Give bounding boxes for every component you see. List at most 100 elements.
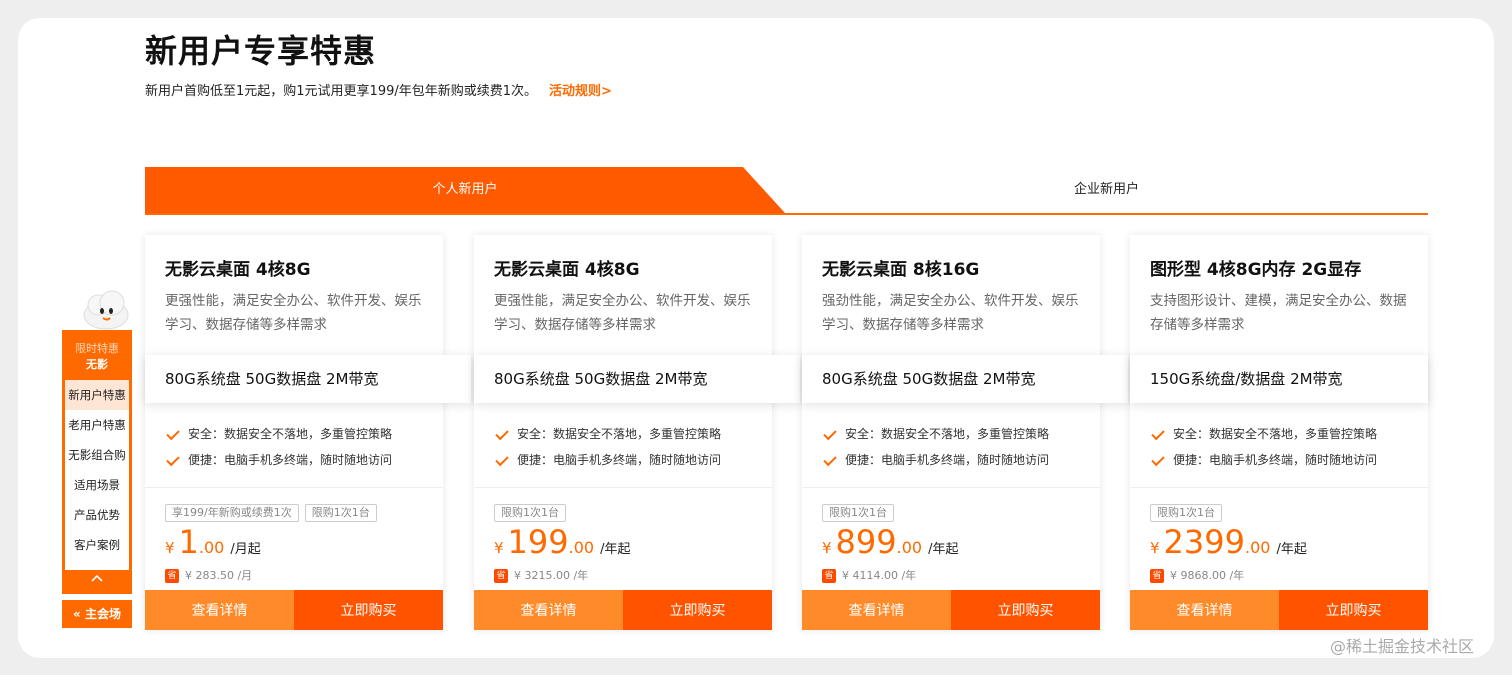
price-decimal: .00 xyxy=(568,538,595,557)
card-divider xyxy=(474,487,772,488)
side-nav-item-cases[interactable]: 客户案例 xyxy=(65,530,129,560)
feature-text: 安全：数据安全不落地，多重管控策略 xyxy=(845,427,1050,441)
view-details-button[interactable]: 查看详情 xyxy=(474,590,623,630)
product-card: 图形型 4核8G内存 2G显存 支持图形设计、建模，满足安全办公、数据存储等多样… xyxy=(1130,235,1428,630)
view-details-button[interactable]: 查看详情 xyxy=(802,590,951,630)
card-tags: 享199/年新购或续费1次 限购1次1台 xyxy=(165,501,383,522)
buy-now-button[interactable]: 立即购买 xyxy=(623,590,772,630)
feature-item: 便捷：电脑手机多终端，随时随地访问 xyxy=(165,447,435,473)
original-price: 省 ¥ 9868.00 /年 xyxy=(1150,567,1244,583)
user-type-tabs: 个人新用户 企业新用户 xyxy=(145,167,1428,215)
side-nav-item-advantages[interactable]: 产品优势 xyxy=(65,500,129,530)
buy-now-button[interactable]: 立即购买 xyxy=(1279,590,1428,630)
rules-link[interactable]: 活动规则> xyxy=(549,84,612,99)
badge-line-1: 限时特惠 xyxy=(75,342,119,355)
card-price: ¥1.00/月起 xyxy=(165,523,261,561)
feature-text: 安全：数据安全不落地，多重管控策略 xyxy=(1173,427,1378,441)
card-title: 无影云桌面 4核8G xyxy=(165,260,311,280)
buy-now-button[interactable]: 立即购买 xyxy=(951,590,1100,630)
feature-text: 便捷：电脑手机多终端，随时随地访问 xyxy=(517,453,722,467)
currency-symbol: ¥ xyxy=(822,539,832,557)
tab-enterprise-new-user[interactable]: 企业新用户 xyxy=(785,167,1428,213)
limit-tag: 限购1次1台 xyxy=(822,504,894,522)
subtitle-text: 新用户首购低至1元起，购1元试用更享199/年包年新购或续费1次。 xyxy=(145,84,538,99)
feature-item: 安全：数据安全不落地，多重管控策略 xyxy=(165,421,435,447)
card-features: 安全：数据安全不落地，多重管控策略 便捷：电脑手机多终端，随时随地访问 xyxy=(822,421,1092,473)
product-card: 无影云桌面 4核8G 更强性能，满足安全办公、软件开发、娱乐学习、数据存储等多样… xyxy=(474,235,800,630)
card-features: 安全：数据安全不落地，多重管控策略 便捷：电脑手机多终端，随时随地访问 xyxy=(165,421,435,473)
card-spec: 80G系统盘 50G数据盘 2M带宽 xyxy=(474,355,800,403)
card-title: 无影云桌面 4核8G xyxy=(494,260,640,280)
card-spec: 80G系统盘 50G数据盘 2M带宽 xyxy=(145,355,471,403)
feature-item: 安全：数据安全不落地，多重管控策略 xyxy=(822,421,1092,447)
original-price-text: ¥ 4114.00 /年 xyxy=(842,569,917,582)
price-integer: 199 xyxy=(507,523,569,561)
tabs-underline xyxy=(145,213,1428,215)
side-nav-list: 新用户特惠 老用户特惠 无影组合购 适用场景 产品优势 客户案例 xyxy=(65,380,129,570)
chevron-up-icon[interactable] xyxy=(62,572,132,592)
card-tags: 限购1次1台 xyxy=(494,501,572,522)
price-integer: 2399 xyxy=(1163,523,1245,561)
save-badge: 省 xyxy=(822,569,836,583)
check-icon xyxy=(166,452,180,466)
limit-tag: 限购1次1台 xyxy=(1150,504,1222,522)
card-tags: 限购1次1台 xyxy=(822,501,900,522)
save-badge: 省 xyxy=(494,569,508,583)
price-integer: 899 xyxy=(835,523,897,561)
side-nav-item-old-user[interactable]: 老用户特惠 xyxy=(65,410,129,440)
feature-text: 便捷：电脑手机多终端，随时随地访问 xyxy=(1173,453,1378,467)
cloud-mascot-icon xyxy=(83,290,129,330)
check-icon xyxy=(495,452,509,466)
check-icon xyxy=(823,426,837,440)
limit-tag: 限购1次1台 xyxy=(304,504,377,522)
price-decimal: .00 xyxy=(896,538,923,557)
feature-text: 安全：数据安全不落地，多重管控策略 xyxy=(517,427,722,441)
price-unit: /年起 xyxy=(1276,542,1307,557)
original-price-text: ¥ 283.50 /月 xyxy=(185,569,253,582)
side-nav-item-combo[interactable]: 无影组合购 xyxy=(65,440,129,470)
side-nav-badge: 限时特惠 无影 xyxy=(62,330,132,373)
main-venue-label: 主会场 xyxy=(84,607,121,621)
card-spec: 150G系统盘/数据盘 2M带宽 xyxy=(1130,355,1428,403)
original-price-text: ¥ 9868.00 /年 xyxy=(1170,569,1245,582)
currency-symbol: ¥ xyxy=(1150,539,1160,557)
card-description: 强劲性能，满足安全办公、软件开发、娱乐学习、数据存储等多样需求 xyxy=(822,293,1079,333)
feature-item: 安全：数据安全不落地，多重管控策略 xyxy=(1150,421,1420,447)
card-features: 安全：数据安全不落地，多重管控策略 便捷：电脑手机多终端，随时随地访问 xyxy=(1150,421,1420,473)
card-description: 支持图形设计、建模，满足安全办公、数据存储等多样需求 xyxy=(1150,293,1407,333)
view-details-button[interactable]: 查看详情 xyxy=(145,590,294,630)
feature-item: 便捷：电脑手机多终端，随时随地访问 xyxy=(822,447,1092,473)
side-nav-item-scenarios[interactable]: 适用场景 xyxy=(65,470,129,500)
side-nav-item-new-user[interactable]: 新用户特惠 xyxy=(65,380,129,410)
card-price: ¥2399.00/年起 xyxy=(1150,523,1307,561)
tab-personal-new-user[interactable]: 个人新用户 xyxy=(145,167,785,213)
double-chevron-left-icon: « xyxy=(73,607,81,621)
check-icon xyxy=(1151,452,1165,466)
feature-text: 安全：数据安全不落地，多重管控策略 xyxy=(188,427,393,441)
price-integer: 1 xyxy=(178,523,199,561)
price-decimal: .00 xyxy=(198,538,225,557)
page-subtitle: 新用户首购低至1元起，购1元试用更享199/年包年新购或续费1次。 活动规则> xyxy=(145,80,612,99)
buy-now-button[interactable]: 立即购买 xyxy=(294,590,443,630)
card-description: 更强性能，满足安全办公、软件开发、娱乐学习、数据存储等多样需求 xyxy=(165,293,422,333)
card-spec: 80G系统盘 50G数据盘 2M带宽 xyxy=(802,355,1128,403)
card-description: 更强性能，满足安全办公、软件开发、娱乐学习、数据存储等多样需求 xyxy=(494,293,751,333)
promo-tag: 享199/年新购或续费1次 xyxy=(165,504,299,522)
price-unit: /年起 xyxy=(600,542,631,557)
original-price: 省 ¥ 3215.00 /年 xyxy=(494,567,588,583)
main-venue-button[interactable]: « 主会场 xyxy=(62,600,132,628)
feature-text: 便捷：电脑手机多终端，随时随地访问 xyxy=(188,453,393,467)
currency-symbol: ¥ xyxy=(165,539,175,557)
feature-text: 便捷：电脑手机多终端，随时随地访问 xyxy=(845,453,1050,467)
card-divider xyxy=(802,487,1100,488)
side-nav-box: 限时特惠 无影 新用户特惠 老用户特惠 无影组合购 适用场景 产品优势 客户案例 xyxy=(62,330,132,594)
page-title: 新用户专享特惠 xyxy=(145,32,377,70)
currency-symbol: ¥ xyxy=(494,539,504,557)
save-badge: 省 xyxy=(1150,569,1164,583)
original-price: 省 ¥ 4114.00 /年 xyxy=(822,567,916,583)
card-divider xyxy=(145,487,443,488)
price-decimal: .00 xyxy=(1244,538,1271,557)
view-details-button[interactable]: 查看详情 xyxy=(1130,590,1279,630)
original-price-text: ¥ 3215.00 /年 xyxy=(514,569,589,582)
watermark: @稀土掘金技术社区 xyxy=(1330,637,1475,656)
